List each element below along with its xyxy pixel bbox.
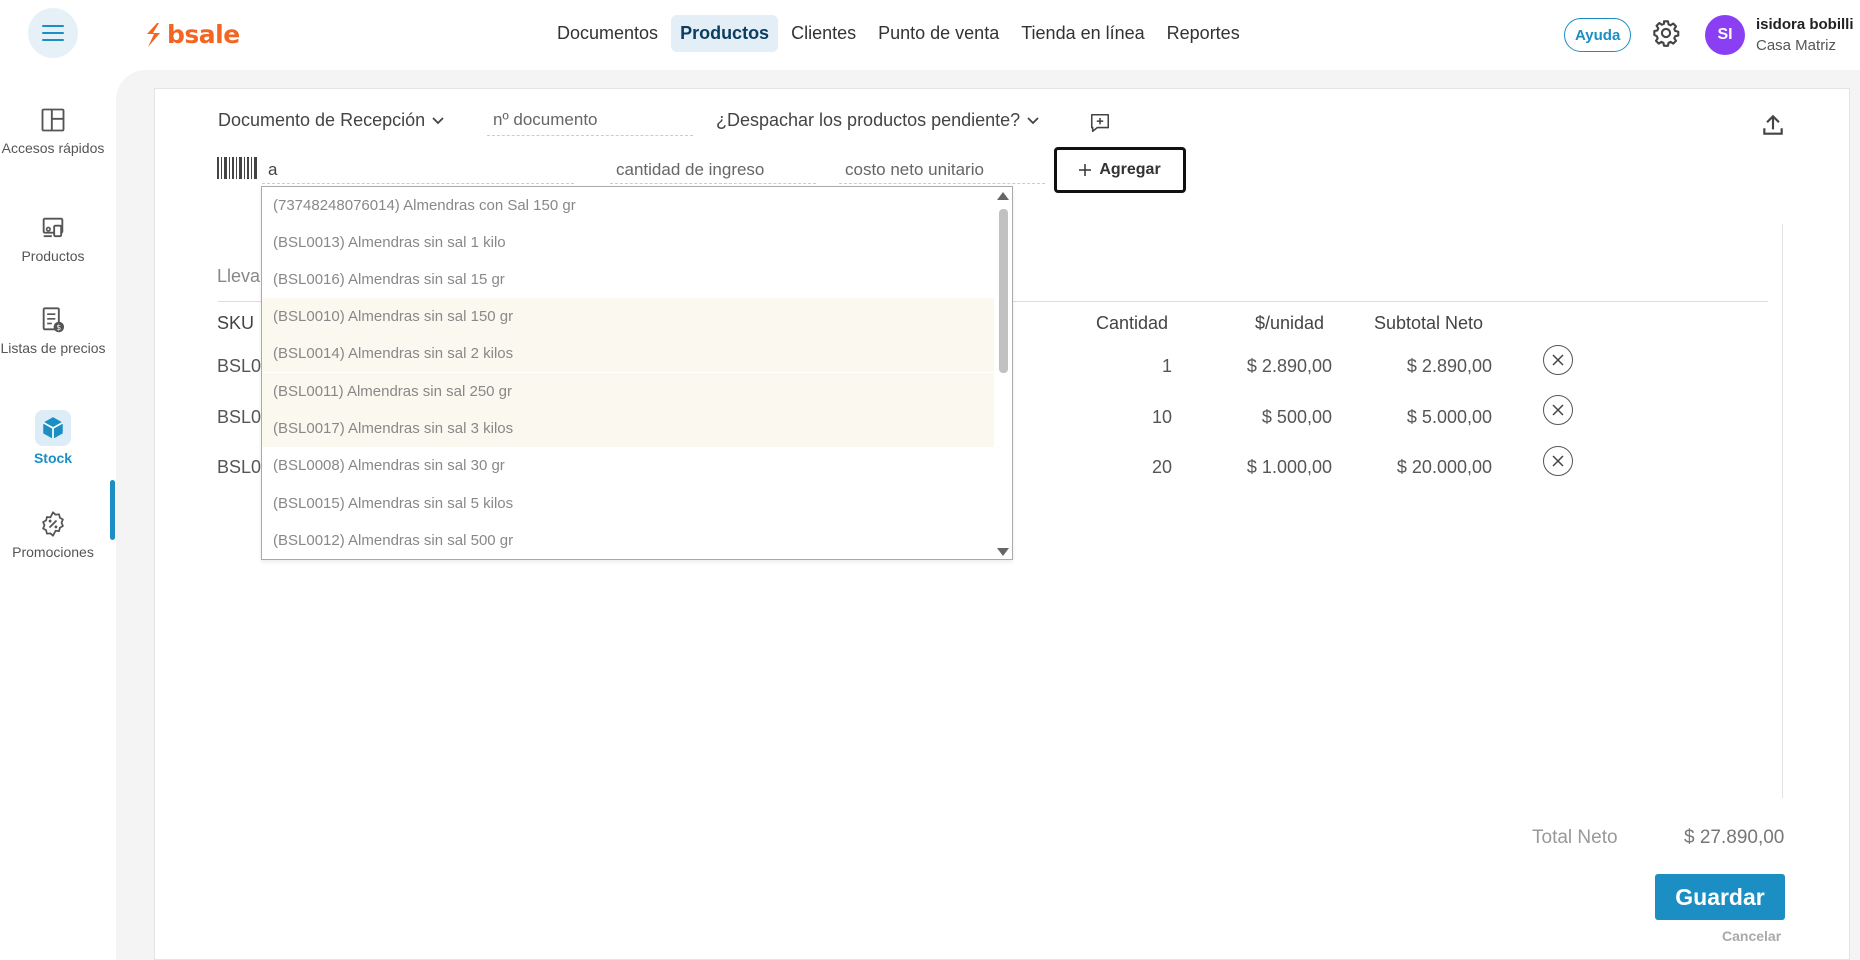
upload-icon[interactable] (1760, 112, 1786, 138)
layout-icon (41, 108, 65, 132)
total-value: $ 27.890,00 (1684, 827, 1785, 848)
nav-reportes[interactable]: Reportes (1158, 15, 1249, 52)
main-nav: Documentos Productos Clientes Punto de v… (548, 15, 1249, 52)
remove-row-button[interactable] (1543, 395, 1573, 425)
row-qty: 20 (1151, 457, 1172, 477)
row-unit-price: $ 500,00 (1261, 407, 1332, 427)
row-subtotal: $ 20.000,00 (1396, 457, 1492, 477)
chevron-down-icon (1027, 116, 1039, 124)
sidebar-item-productos[interactable]: Productos (0, 214, 106, 265)
quantity-input[interactable] (610, 156, 816, 184)
row-sku: BSL0 (217, 356, 262, 376)
close-icon (1552, 404, 1564, 416)
row-sku: BSL0 (217, 457, 262, 477)
scroll-up-icon[interactable] (997, 192, 1009, 200)
svg-text:$: $ (56, 323, 61, 332)
nav-productos[interactable]: Productos (671, 15, 779, 52)
row-unit-price: $ 1.000,00 (1246, 457, 1332, 477)
scroll-down-icon[interactable] (997, 548, 1009, 556)
scroll-thumb[interactable] (999, 209, 1008, 373)
row-qty: 10 (1151, 407, 1172, 427)
row-sku: BSL0 (217, 407, 262, 427)
dropdown-scrollbar[interactable] (994, 187, 1012, 559)
avatar[interactable]: SI (1705, 15, 1745, 55)
sidebar-item-stock[interactable]: Stock (0, 410, 106, 467)
row-subtotal: $ 5.000,00 (1406, 407, 1492, 427)
dispatch-select[interactable]: ¿Despachar los productos pendiente? (716, 110, 1040, 131)
sidebar-item-label: Listas de precios (0, 340, 106, 356)
brand-logo[interactable]: bsale (143, 20, 240, 49)
suggestion-item[interactable]: (73748248076014) Almendras con Sal 150 g… (262, 187, 994, 224)
suggestion-item[interactable]: (BSL0013) Almendras sin sal 1 kilo (262, 224, 994, 261)
stock-icon-wrap (35, 410, 71, 446)
barcode-icon[interactable] (217, 157, 259, 183)
add-button-label: Agregar (1099, 161, 1161, 178)
remove-row-button[interactable] (1543, 345, 1573, 375)
suggestion-item[interactable]: (BSL0010) Almendras sin sal 150 gr (262, 298, 994, 335)
bolt-logo-icon (147, 22, 160, 47)
help-button[interactable]: Ayuda (1564, 18, 1632, 52)
product-search-input[interactable] (262, 156, 574, 184)
close-icon (1552, 455, 1564, 467)
hamburger-icon (42, 25, 64, 41)
header-subtotal: Subtotal Neto (1374, 313, 1484, 333)
sidebar-item-label: Promociones (12, 544, 94, 560)
row-qty: 1 (1161, 356, 1172, 376)
suggestion-item[interactable]: (BSL0012) Almendras sin sal 500 gr (262, 522, 994, 559)
devices-icon (42, 217, 64, 238)
header-sku: SKU (217, 313, 255, 333)
total-label: Total Neto (1532, 827, 1618, 848)
sidebar-item-listas-de-precios[interactable]: $ Listas de precios (0, 306, 106, 357)
add-button[interactable]: Agregar (1054, 147, 1186, 193)
sidebar-item-label: Productos (21, 248, 85, 264)
price-list-icon: $ (42, 307, 65, 333)
user-branch: Casa Matriz (1756, 37, 1837, 54)
nav-punto-de-venta[interactable]: Punto de venta (869, 15, 1008, 52)
sidebar: Accesos rápidos Productos $ Listas de pr… (0, 70, 116, 960)
row-unit-price: $ 2.890,00 (1246, 356, 1332, 376)
box-icon (42, 417, 64, 439)
sidebar-item-label: Stock (33, 450, 73, 466)
sidebar-item-accesos-rapidos[interactable]: Accesos rápidos (0, 106, 106, 157)
suggestion-item[interactable]: (BSL0015) Almendras sin sal 5 kilos (262, 485, 994, 522)
plus-icon (1079, 164, 1092, 176)
promo-gear-icon (42, 511, 64, 537)
user-name[interactable]: isidora bobilli (1756, 16, 1860, 33)
add-note-icon[interactable] (1089, 112, 1111, 134)
suggestion-item[interactable]: (BSL0011) Almendras sin sal 250 gr (262, 373, 994, 410)
active-indicator (110, 480, 115, 540)
sidebar-item-promociones[interactable]: Promociones (0, 510, 106, 561)
sidebar-item-label: Accesos rápidos (1, 140, 105, 156)
row-subtotal: $ 2.890,00 (1406, 356, 1492, 376)
top-bar: bsale Documentos Productos Clientes Punt… (0, 0, 1860, 70)
dispatch-question: ¿Despachar los productos pendiente? (716, 110, 1021, 130)
document-type-select[interactable]: Documento de Recepción (218, 110, 445, 131)
nav-clientes[interactable]: Clientes (782, 15, 865, 52)
suggestion-item[interactable]: (BSL0016) Almendras sin sal 15 gr (262, 261, 994, 298)
cancel-link[interactable]: Cancelar (1722, 928, 1781, 944)
nav-documentos[interactable]: Documentos (548, 15, 667, 52)
document-type-value: Documento de Recepción (218, 110, 426, 130)
suggestion-item[interactable]: (BSL0017) Almendras sin sal 3 kilos (262, 410, 994, 447)
suggestion-item[interactable]: (BSL0014) Almendras sin sal 2 kilos (262, 335, 994, 372)
brand-name: bsale (167, 20, 240, 49)
nav-tienda-en-linea[interactable]: Tienda en línea (1012, 15, 1153, 52)
header-cantidad: Cantidad (1096, 313, 1169, 333)
unit-cost-input[interactable] (839, 156, 1045, 184)
menu-button[interactable] (28, 8, 78, 58)
suggestion-item[interactable]: (BSL0008) Almendras sin sal 30 gr (262, 447, 994, 484)
divider (1782, 224, 1783, 798)
close-icon (1552, 354, 1564, 366)
doc-number-field[interactable]: nº documento (487, 110, 693, 136)
chevron-down-icon (432, 116, 444, 124)
header-unit-price: $/unidad (1255, 313, 1325, 333)
remove-row-button[interactable] (1543, 446, 1573, 476)
product-suggestions-dropdown: (73748248076014) Almendras con Sal 150 g… (261, 186, 1013, 560)
save-button[interactable]: Guardar (1655, 874, 1785, 920)
section-label: Lleva (217, 266, 261, 286)
gear-icon[interactable] (1652, 19, 1680, 47)
